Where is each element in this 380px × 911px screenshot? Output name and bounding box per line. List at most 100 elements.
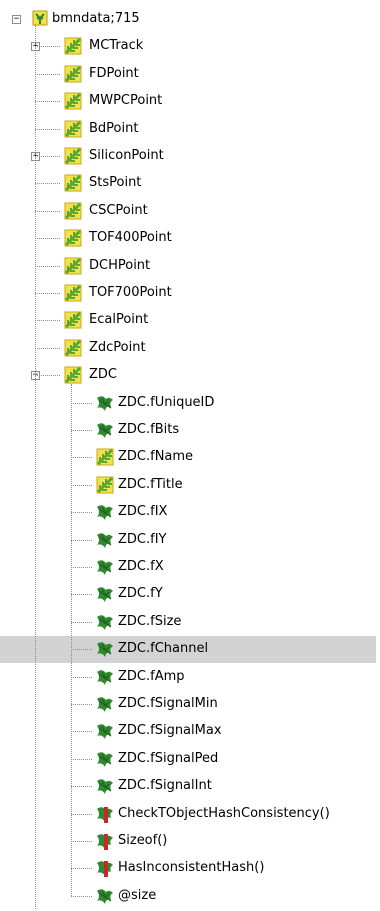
tree-node-label: Sizeof() bbox=[118, 833, 168, 848]
tree-leaf[interactable]: CheckTObjectHashConsistency() bbox=[0, 801, 376, 828]
tree-node-label: ZDC.fUniqueID bbox=[118, 394, 215, 410]
tree-leaf[interactable]: ZDC.fTitle bbox=[0, 472, 376, 499]
leaf-icon bbox=[94, 556, 116, 578]
tree-guide-line bbox=[35, 265, 60, 267]
leaf-icon bbox=[94, 529, 116, 551]
tree-leaf[interactable]: ZDC.fX bbox=[0, 554, 376, 581]
tree-node-label: ZDC.fY bbox=[118, 586, 163, 602]
tree-guide-line bbox=[35, 347, 60, 349]
tree-leaf[interactable]: ZDC.fSignalMax bbox=[0, 718, 376, 745]
branch-icon bbox=[62, 337, 84, 359]
tree-guide-line bbox=[35, 46, 60, 48]
branch-icon bbox=[62, 145, 84, 167]
collapse-icon[interactable]: − bbox=[12, 15, 21, 24]
leaf-icon bbox=[94, 775, 116, 797]
tree-leaf[interactable]: ZDC.fY bbox=[0, 581, 376, 608]
tree-node-label: ZDC.fSignalInt bbox=[118, 778, 212, 794]
tree-node-label: ZDC.fIY bbox=[118, 531, 167, 547]
tree-leaf[interactable]: ZDC.fIX bbox=[0, 499, 376, 526]
tree-leaf[interactable]: ZDC.fSignalInt bbox=[0, 773, 376, 800]
tree-guide-line bbox=[35, 183, 60, 185]
tree-leaf[interactable]: Sizeof() bbox=[0, 828, 376, 855]
leaf-icon bbox=[94, 885, 116, 907]
tree-leaf[interactable]: ZDC.fSignalMin bbox=[0, 691, 376, 718]
tree-node-label: ZDC.fBits bbox=[118, 422, 180, 437]
tree-node-label: TOF400Point bbox=[89, 230, 172, 246]
tree-node-label: ZDC.fTitle bbox=[118, 476, 183, 492]
tree-guide-line bbox=[35, 156, 60, 157]
branch-icon bbox=[62, 63, 84, 85]
tree-leaf[interactable]: ZDC.fIY bbox=[0, 527, 376, 554]
leaf-icon bbox=[94, 748, 116, 770]
tree-guide-line bbox=[71, 813, 92, 815]
tree-node-label: StsPoint bbox=[89, 175, 142, 191]
tree-guide-line bbox=[71, 731, 92, 733]
branch-icon bbox=[94, 474, 116, 496]
tree-leaf[interactable]: ZDC.fChannel bbox=[0, 636, 376, 664]
branch-icon bbox=[62, 172, 84, 194]
tree-node-label: ZDC.fX bbox=[118, 559, 164, 574]
tree-guide-line bbox=[71, 594, 92, 596]
tree-node-label: ZDC.fAmp bbox=[118, 668, 185, 684]
branch-icon bbox=[94, 446, 116, 468]
tree-node-label: bmndata;715 bbox=[52, 11, 140, 26]
tree-node-label: EcalPoint bbox=[89, 312, 149, 328]
tree-node-label: SiliconPoint bbox=[89, 148, 164, 163]
tree-guide-line bbox=[71, 786, 92, 788]
tree-guide-line bbox=[35, 101, 60, 103]
leaf-icon bbox=[94, 611, 116, 633]
leaf-icon bbox=[94, 720, 116, 742]
method-leaf-icon bbox=[94, 857, 116, 879]
tree-leaf[interactable]: ZDC.fName bbox=[0, 444, 376, 471]
tree-guide-line bbox=[35, 210, 60, 212]
tree-leaf[interactable]: ZDC.fSize bbox=[0, 609, 376, 636]
branch-icon bbox=[62, 227, 84, 249]
leaf-icon bbox=[94, 419, 116, 441]
tree-root-icon bbox=[30, 8, 52, 30]
branch-icon bbox=[62, 364, 84, 386]
tree-node-label: FDPoint bbox=[89, 65, 139, 81]
tree-guide-line bbox=[71, 402, 92, 404]
branch-icon bbox=[62, 282, 84, 304]
method-leaf-icon bbox=[94, 830, 116, 852]
branch-icon bbox=[62, 90, 84, 112]
tree-node-label: ZDC.fIX bbox=[118, 504, 168, 520]
leaf-icon bbox=[94, 666, 116, 688]
tree-guide-line bbox=[71, 484, 92, 486]
method-leaf-icon bbox=[94, 803, 116, 825]
tree-guide-line bbox=[35, 73, 60, 75]
leaf-icon bbox=[94, 583, 116, 605]
tree-guide-line bbox=[71, 539, 92, 541]
tree-guide-line bbox=[71, 758, 92, 760]
tree-node-label: MCTrack bbox=[89, 38, 144, 54]
tree-guide-line bbox=[35, 320, 60, 322]
leaf-icon bbox=[94, 693, 116, 715]
tree-node-label: BdPoint bbox=[89, 120, 139, 136]
tree-leaf[interactable]: ZDC.fUniqueID bbox=[0, 390, 376, 417]
tree-node-label: ZDC.fName bbox=[118, 449, 194, 465]
tree-leaf[interactable]: ZDC.fAmp bbox=[0, 664, 376, 691]
tree-guide-line bbox=[71, 841, 92, 842]
tree-guide-line bbox=[71, 384, 72, 896]
tree-guide-line bbox=[35, 25, 36, 909]
tree-leaf[interactable]: ZDC.fBits bbox=[0, 417, 376, 444]
tree-node-label: ZDC.fChannel bbox=[118, 641, 209, 657]
tree-node-label: @size bbox=[118, 887, 157, 903]
tree-guide-line bbox=[71, 430, 92, 431]
tree-node-label: ZDC.fSize bbox=[118, 613, 182, 629]
branch-icon bbox=[62, 309, 84, 331]
tree-leaf[interactable]: ZDC.fSignalPed bbox=[0, 746, 376, 773]
tree-node-label: CheckTObjectHashConsistency() bbox=[118, 805, 330, 821]
tree-guide-line bbox=[71, 868, 92, 870]
branch-icon bbox=[62, 255, 84, 277]
tree-node-label: ZDC.fSignalPed bbox=[118, 750, 219, 766]
tree-guide-line bbox=[71, 676, 92, 678]
tree-node-label: ZdcPoint bbox=[89, 339, 146, 355]
tree-leaf[interactable]: @size bbox=[0, 883, 376, 910]
tree-node-label: MWPCPoint bbox=[89, 93, 163, 109]
tree-leaf[interactable]: HasInconsistentHash() bbox=[0, 855, 376, 882]
tree-root[interactable]: bmndata;715 bbox=[0, 6, 376, 33]
tree-guide-line bbox=[71, 567, 92, 568]
leaf-icon bbox=[94, 501, 116, 523]
tree-guide-line bbox=[71, 457, 92, 459]
